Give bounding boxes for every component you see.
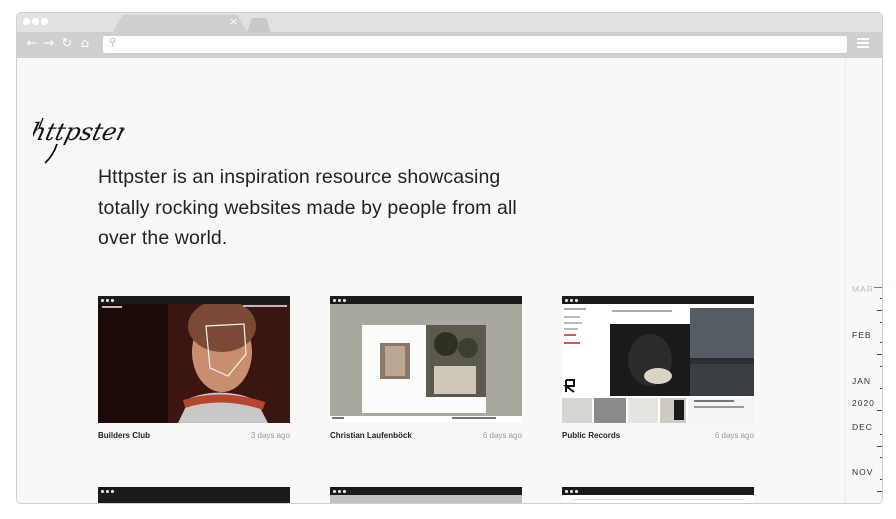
minimize-window-dot[interactable] <box>32 18 39 25</box>
browser-window: × ← → ↻ ⌂ ⚲ httpster Httpster is an insp… <box>16 12 883 504</box>
site-time: 3 days ago <box>250 431 290 440</box>
new-tab-button[interactable] <box>247 18 271 32</box>
timeline-month[interactable]: NOV <box>852 467 873 477</box>
timeline-month[interactable]: JAN <box>852 376 871 386</box>
home-icon[interactable]: ⌂ <box>78 36 92 52</box>
browser-toolbar: ← → ↻ ⌂ ⚲ <box>17 32 882 58</box>
site-time: 6 days ago <box>482 431 522 440</box>
page-content: httpster Httpster is an inspiration reso… <box>17 58 845 503</box>
website-card-partial[interactable] <box>98 487 290 503</box>
date-timeline[interactable]: MAR FEB JAN 2020 DEC NOV <box>845 58 882 503</box>
website-screenshot[interactable] <box>330 296 522 423</box>
close-window-dot[interactable] <box>23 18 30 25</box>
timeline-month[interactable]: MAR <box>852 284 874 294</box>
intro-text: Httpster is an inspiration resource show… <box>98 166 517 249</box>
website-card[interactable]: Christian Laufenböck 6 days ago <box>330 296 522 445</box>
tab-close-icon[interactable]: × <box>229 15 238 29</box>
site-name[interactable]: Christian Laufenböck <box>330 431 412 440</box>
tab-strip: × <box>17 13 882 32</box>
site-name[interactable]: Builders Club <box>98 431 150 440</box>
website-card[interactable]: Public Records 6 days ago <box>562 296 754 445</box>
browser-tab[interactable] <box>113 15 247 32</box>
screenshot-titlebar <box>330 296 522 304</box>
website-card-partial[interactable] <box>330 487 522 503</box>
back-arrow-icon[interactable]: ← <box>25 36 39 52</box>
address-bar[interactable]: ⚲ <box>103 36 847 53</box>
search-icon: ⚲ <box>109 37 117 48</box>
screenshot-titlebar <box>98 487 290 495</box>
website-card[interactable]: Builders Club 3 days ago <box>98 296 290 445</box>
screenshot-titlebar <box>330 487 522 495</box>
website-card-partial[interactable] <box>562 487 754 503</box>
screenshot-titlebar <box>562 296 754 304</box>
screenshot-titlebar <box>98 296 290 304</box>
timeline-year[interactable]: 2020 <box>852 398 875 408</box>
hamburger-menu-icon[interactable] <box>857 38 869 50</box>
site-time: 6 days ago <box>714 431 754 440</box>
timeline-marker <box>874 287 882 288</box>
website-screenshot[interactable] <box>98 296 290 423</box>
timeline-month[interactable]: FEB <box>852 330 872 340</box>
screenshot-titlebar <box>562 487 754 495</box>
httpster-logo[interactable]: httpster <box>33 114 125 164</box>
timeline-month[interactable]: DEC <box>852 422 873 432</box>
site-name[interactable]: Public Records <box>562 431 620 440</box>
forward-arrow-icon[interactable]: → <box>42 36 56 52</box>
maximize-window-dot[interactable] <box>41 18 48 25</box>
svg-text:httpster: httpster <box>33 117 125 146</box>
reload-icon[interactable]: ↻ <box>60 36 74 52</box>
website-screenshot[interactable] <box>562 296 754 423</box>
